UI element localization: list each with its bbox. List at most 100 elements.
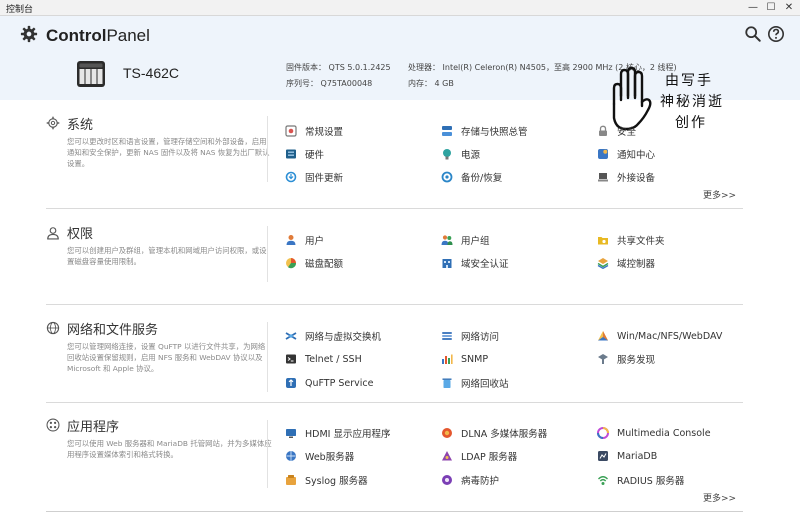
section-divider: [46, 511, 743, 512]
serial-info: 序列号： Q75TA00048: [286, 78, 372, 89]
item-user-group[interactable]: 用户组: [441, 233, 490, 247]
item-network-switch[interactable]: 网络与虚拟交换机: [285, 329, 381, 343]
item-label: Win/Mac/NFS/WebDAV: [617, 330, 723, 342]
divider: [267, 116, 268, 182]
section-divider: [46, 304, 743, 305]
item-label: 常规设置: [305, 127, 344, 138]
item-shared-folder[interactable]: 共享文件夹: [597, 233, 665, 247]
recycle-bin-icon: [442, 378, 452, 388]
item-label: 网络回收站: [461, 379, 509, 390]
item-users[interactable]: 用户: [285, 233, 324, 247]
memory-value: 4 GB: [434, 79, 454, 88]
item-domain-security[interactable]: 域安全认证: [441, 256, 509, 270]
item-backup-restore[interactable]: 备份/恢复: [441, 170, 502, 184]
search-icon[interactable]: [744, 25, 762, 43]
user-icon: [286, 235, 296, 245]
notification-icon: [598, 149, 608, 159]
network-access-icon: [442, 332, 452, 340]
nas-model: TS-462C: [123, 65, 180, 81]
section-desc-privilege: 您可以创建用户及群组，管理本机和网域用户访问权限，或设置磁盘容量使用限制。: [67, 246, 267, 266]
database-icon: [598, 451, 608, 461]
terminal-icon: [286, 354, 296, 364]
item-multimedia-console[interactable]: Multimedia Console: [597, 426, 711, 440]
section-divider: [46, 402, 743, 403]
item-label: SNMP: [461, 353, 489, 365]
item-firmware-update[interactable]: 固件更新: [285, 170, 343, 184]
help-icon[interactable]: [767, 25, 785, 43]
hardware-icon: [286, 149, 296, 159]
item-label: 用户: [305, 236, 325, 247]
item-telnet-ssh[interactable]: Telnet / SSH: [285, 352, 362, 366]
item-hdmi-display[interactable]: HDMI 显示应用程序: [285, 426, 390, 440]
cpu-label: 处理器：: [408, 63, 440, 72]
watermark-line3: 创作: [675, 115, 707, 131]
item-external-device[interactable]: 外接设备: [597, 170, 655, 184]
item-service-discovery[interactable]: 服务发现: [597, 352, 655, 366]
item-label: 域控制器: [617, 259, 656, 270]
item-domain-controller[interactable]: 域控制器: [597, 256, 655, 270]
item-snmp[interactable]: SNMP: [441, 352, 488, 366]
item-label: LDAP 服务器: [461, 452, 518, 463]
item-label: HDMI 显示应用程序: [305, 429, 391, 440]
item-general-settings[interactable]: 常规设置: [285, 124, 343, 138]
item-security[interactable]: 安全: [597, 124, 636, 138]
item-win-mac-nfs-webdav[interactable]: Win/Mac/NFS/WebDAV: [597, 329, 722, 343]
item-label: Telnet / SSH: [305, 353, 362, 365]
item-network-access[interactable]: 网络访问: [441, 329, 499, 343]
item-label: QuFTP Service: [305, 377, 374, 389]
firmware-info: 固件版本： QTS 5.0.1.2425: [286, 62, 391, 73]
item-quftp-service[interactable]: QuFTP Service: [285, 376, 373, 390]
item-label: 电源: [461, 150, 481, 161]
item-dlna-server[interactable]: DLNA 多媒体服务器: [441, 426, 547, 440]
nas-device-icon: [77, 61, 105, 87]
item-antivirus[interactable]: 病毒防护: [441, 473, 499, 487]
item-disk-quota[interactable]: 磁盘配额: [285, 256, 343, 270]
item-power[interactable]: 电源: [441, 147, 480, 161]
divider: [267, 420, 268, 488]
memory-label: 内存：: [408, 79, 432, 88]
item-storage[interactable]: 存储与快照总管: [441, 124, 528, 138]
item-label: 外接设备: [617, 173, 656, 184]
section-desc-applications: 您可以使用 Web 服务器和 MariaDB 托管网站，并为多媒体应用程序设置媒…: [67, 439, 272, 459]
item-label: 存储与快照总管: [461, 127, 528, 138]
item-radius-server[interactable]: RADIUS 服务器: [597, 473, 684, 487]
item-label: MariaDB: [617, 450, 658, 462]
power-icon: [443, 149, 451, 160]
section-desc-network: 您可以管理网络连接，设置 QuFTP 以进行文件共享，为网络回收站设置保留规则，…: [67, 342, 266, 373]
section-divider: [46, 208, 743, 209]
close-button[interactable]: ✕: [780, 0, 798, 16]
item-mariadb[interactable]: MariaDB: [597, 449, 657, 463]
snmp-icon: [442, 354, 453, 364]
section-title-system: 系统: [67, 118, 94, 133]
section-title-privilege: 权限: [67, 227, 94, 242]
dlna-icon: [442, 428, 452, 438]
item-label: 安全: [617, 127, 637, 138]
syslog-icon: [286, 475, 296, 485]
radius-icon: [598, 476, 608, 485]
apps-icon: [46, 418, 60, 432]
item-label: 服务发现: [617, 355, 656, 366]
item-label: Syslog 服务器: [305, 476, 368, 487]
memory-info: 内存： 4 GB: [408, 78, 454, 89]
maximize-button[interactable]: ☐: [762, 0, 780, 16]
item-ldap-server[interactable]: LDAP 服务器: [441, 449, 517, 463]
minimize-button[interactable]: —: [744, 0, 762, 16]
section-title-network: 网络和文件服务: [67, 323, 159, 338]
hand-watermark-icon: [612, 66, 652, 131]
backup-icon: [441, 171, 453, 183]
item-hardware[interactable]: 硬件: [285, 147, 324, 161]
section-title-applications: 应用程序: [67, 420, 120, 435]
more-link-applications[interactable]: 更多>>: [703, 491, 736, 504]
divider: [267, 226, 268, 282]
domain-security-icon: [442, 259, 452, 268]
item-network-recycle-bin[interactable]: 网络回收站: [441, 376, 509, 390]
item-web-server[interactable]: Web服务器: [285, 449, 354, 463]
brand-light: Panel: [106, 26, 150, 45]
item-label: 共享文件夹: [617, 236, 665, 247]
brand-bold: Control: [46, 26, 107, 45]
more-link-system[interactable]: 更多>>: [703, 188, 736, 201]
item-label: Multimedia Console: [617, 427, 711, 439]
item-syslog-server[interactable]: Syslog 服务器: [285, 473, 368, 487]
item-notification-center[interactable]: 通知中心: [597, 147, 655, 161]
ftp-icon: [286, 378, 296, 388]
